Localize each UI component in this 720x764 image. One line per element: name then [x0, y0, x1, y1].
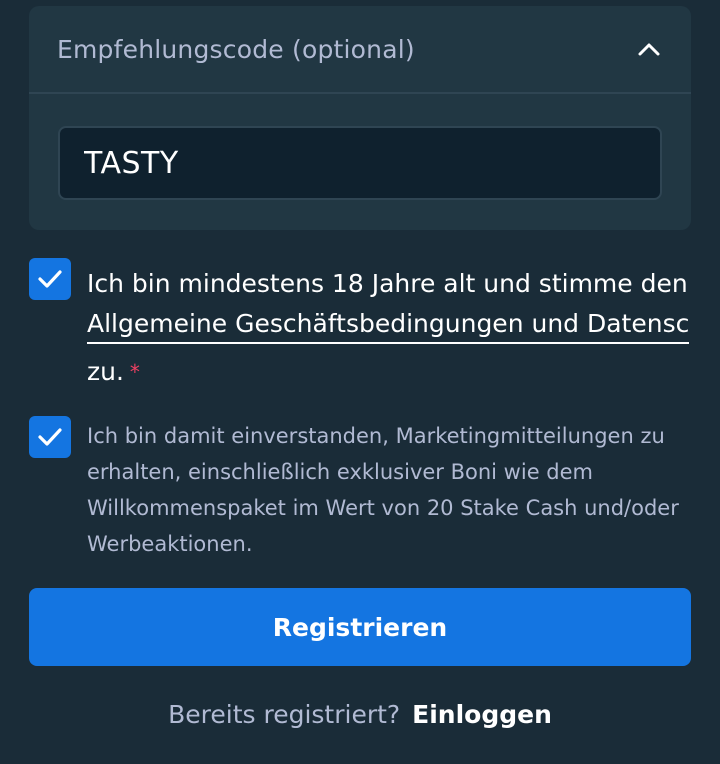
required-marker: *: [129, 360, 140, 384]
terms-label: Ich bin mindestens 18 Jahre alt und stim…: [87, 262, 720, 394]
referral-code-toggle[interactable]: Empfehlungscode (optional): [29, 6, 691, 94]
login-link[interactable]: Einloggen: [412, 700, 552, 729]
register-button[interactable]: Registrieren: [29, 588, 691, 666]
terms-text-after: zu.: [87, 357, 124, 386]
marketing-checkbox[interactable]: [29, 416, 71, 458]
terms-checkbox[interactable]: [29, 258, 71, 300]
referral-code-field[interactable]: [58, 126, 662, 200]
chevron-up-icon[interactable]: [635, 35, 663, 63]
referral-code-label: Empfehlungscode (optional): [57, 34, 415, 64]
checkmark-icon: [38, 270, 62, 288]
terms-text-before: Ich bin mindestens 18 Jahre alt und stim…: [87, 269, 688, 298]
terms-link[interactable]: Allgemeine Geschäftsbedingungen und Date…: [87, 306, 690, 344]
login-prompt: Bereits registriert? Einloggen: [0, 700, 720, 729]
referral-code-input[interactable]: [84, 145, 636, 181]
login-prompt-text: Bereits registriert?: [168, 700, 401, 729]
referral-code-panel: Empfehlungscode (optional): [29, 6, 691, 230]
checkmark-icon: [38, 428, 62, 446]
marketing-consent-label: Ich bin damit einverstanden, Marketingmi…: [87, 424, 679, 556]
